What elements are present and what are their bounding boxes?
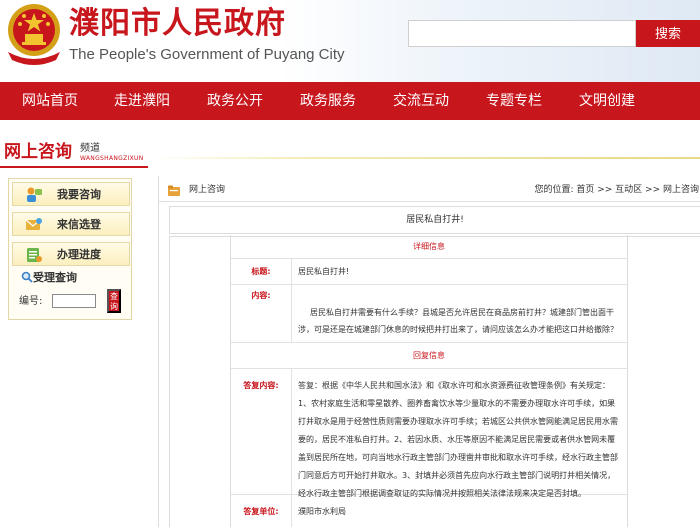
search-button[interactable]: 搜索 — [636, 20, 700, 47]
nav-item-civilization[interactable]: 文明创建 — [579, 82, 635, 120]
nav-item-special-topics[interactable]: 专题专栏 — [486, 82, 542, 120]
channel-underline — [0, 166, 148, 168]
sidebar-item-label: 来信选登 — [57, 218, 101, 231]
topic-title: 居民私自打井! — [406, 215, 464, 225]
site-header: 濮阳市人民政府 The People's Government of Puyan… — [0, 0, 700, 82]
letters-icon — [25, 218, 42, 230]
breadcrumb-path[interactable]: 您的位置: 首页 >> 互动区 >> 网上咨询 — [534, 184, 699, 196]
content-cell: 居民私自打井需要有什么手续？县城是否允许居民在商品房前打井？城建部门管出面干涉，… — [291, 285, 629, 343]
channel-title: 网上咨询 — [4, 142, 72, 162]
reply-label: 答复内容: — [243, 381, 279, 390]
section-detail-header: 详细信息 — [230, 235, 628, 259]
table-row: 答复内容: 答复：根据《中华人民共和国水法》和《取水许可和水资源费征收管理条例》… — [230, 369, 629, 498]
magnifier-icon — [21, 271, 33, 283]
unit-value: 濮阳市水利局 — [291, 495, 629, 527]
reply-cell: 答复：根据《中华人民共和国水法》和《取水许可和水资源费征收管理条例》有关规定：1… — [291, 369, 629, 498]
sidebar-item-ask[interactable]: 我要咨询 — [12, 182, 130, 206]
channel-subtitle: 频道 — [80, 143, 100, 154]
breadcrumb: 网上咨询 您的位置: 首页 >> 互动区 >> 网上咨询 — [159, 182, 700, 202]
content-label: 内容: — [251, 291, 271, 300]
sidebar-item-label: 我要咨询 — [57, 188, 101, 201]
nav-item-government-services[interactable]: 政务服务 — [300, 82, 356, 120]
reply-value: 答复：根据《中华人民共和国水法》和《取水许可和水资源费征收管理条例》有关规定：1… — [298, 381, 618, 498]
channel-divider — [150, 157, 700, 159]
section-reply-title: 回复信息 — [413, 351, 445, 360]
folder-icon — [168, 185, 180, 196]
sidebar-item-progress[interactable]: 办理进度 — [12, 242, 130, 266]
query-button[interactable]: 查询 — [107, 289, 121, 313]
nav-item-interaction[interactable]: 交流互动 — [393, 82, 449, 120]
site-title: 濮阳市人民政府 — [69, 6, 286, 41]
section-detail-title: 详细信息 — [413, 242, 445, 251]
channel-header: 网上咨询 频道 WANGSHANGZIXUN — [0, 138, 700, 168]
main-content: 网上咨询 您的位置: 首页 >> 互动区 >> 网上咨询 居民私自打井! 详细信… — [158, 176, 700, 527]
table-row: 答复单位: 濮阳市水利局 — [230, 495, 628, 527]
sidebar-item-label: 办理进度 — [57, 248, 101, 261]
topic-box: 居民私自打井! — [169, 206, 700, 234]
search-input[interactable] — [408, 20, 636, 47]
main-navigation: 网站首页 走进濮阳 政务公开 政务服务 交流互动 专题专栏 文明创建 — [0, 82, 700, 120]
section-reply-header: 回复信息 — [230, 343, 628, 369]
table-row: 内容: 居民私自打井需要有什么手续？县城是否允许居民在商品房前打井？城建部门管出… — [230, 285, 628, 343]
detail-panel: 详细信息 标题: 居民私自打井! 内容: 居民私自打井需要有什么手续？县城是否允… — [169, 235, 700, 527]
title-label: 标题: — [251, 267, 271, 276]
detail-table: 详细信息 标题: 居民私自打井! 内容: 居民私自打井需要有什么手续？县城是否允… — [230, 235, 628, 527]
nav-item-about-puyang[interactable]: 走进濮阳 — [114, 82, 170, 120]
progress-icon — [27, 248, 42, 262]
title-value: 居民私自打井! — [291, 259, 629, 285]
channel-pinyin: WANGSHANGZIXUN — [80, 155, 144, 162]
unit-label: 答复单位: — [243, 507, 279, 516]
table-row: 标题: 居民私自打井! — [230, 259, 628, 285]
nav-item-home[interactable]: 网站首页 — [22, 82, 78, 120]
query-number-label: 编号: — [19, 296, 43, 307]
national-emblem-icon — [8, 4, 60, 65]
breadcrumb-current-channel: 网上咨询 — [189, 185, 226, 195]
sidebar: 我要咨询 来信选登 办理进度 受理查询 编号: 查询 — [8, 178, 132, 320]
sidebar-item-letters[interactable]: 来信选登 — [12, 212, 130, 236]
query-number-input[interactable] — [52, 294, 96, 308]
site-title-english: The People's Government of Puyang City — [69, 46, 345, 63]
consult-icon — [27, 187, 42, 202]
query-title: 受理查询 — [33, 271, 77, 284]
content-value: 居民私自打井需要有什么手续？县城是否允许居民在商品房前打井？城建部门管出面干涉，… — [298, 308, 618, 334]
nav-item-government-affairs[interactable]: 政务公开 — [207, 82, 263, 120]
